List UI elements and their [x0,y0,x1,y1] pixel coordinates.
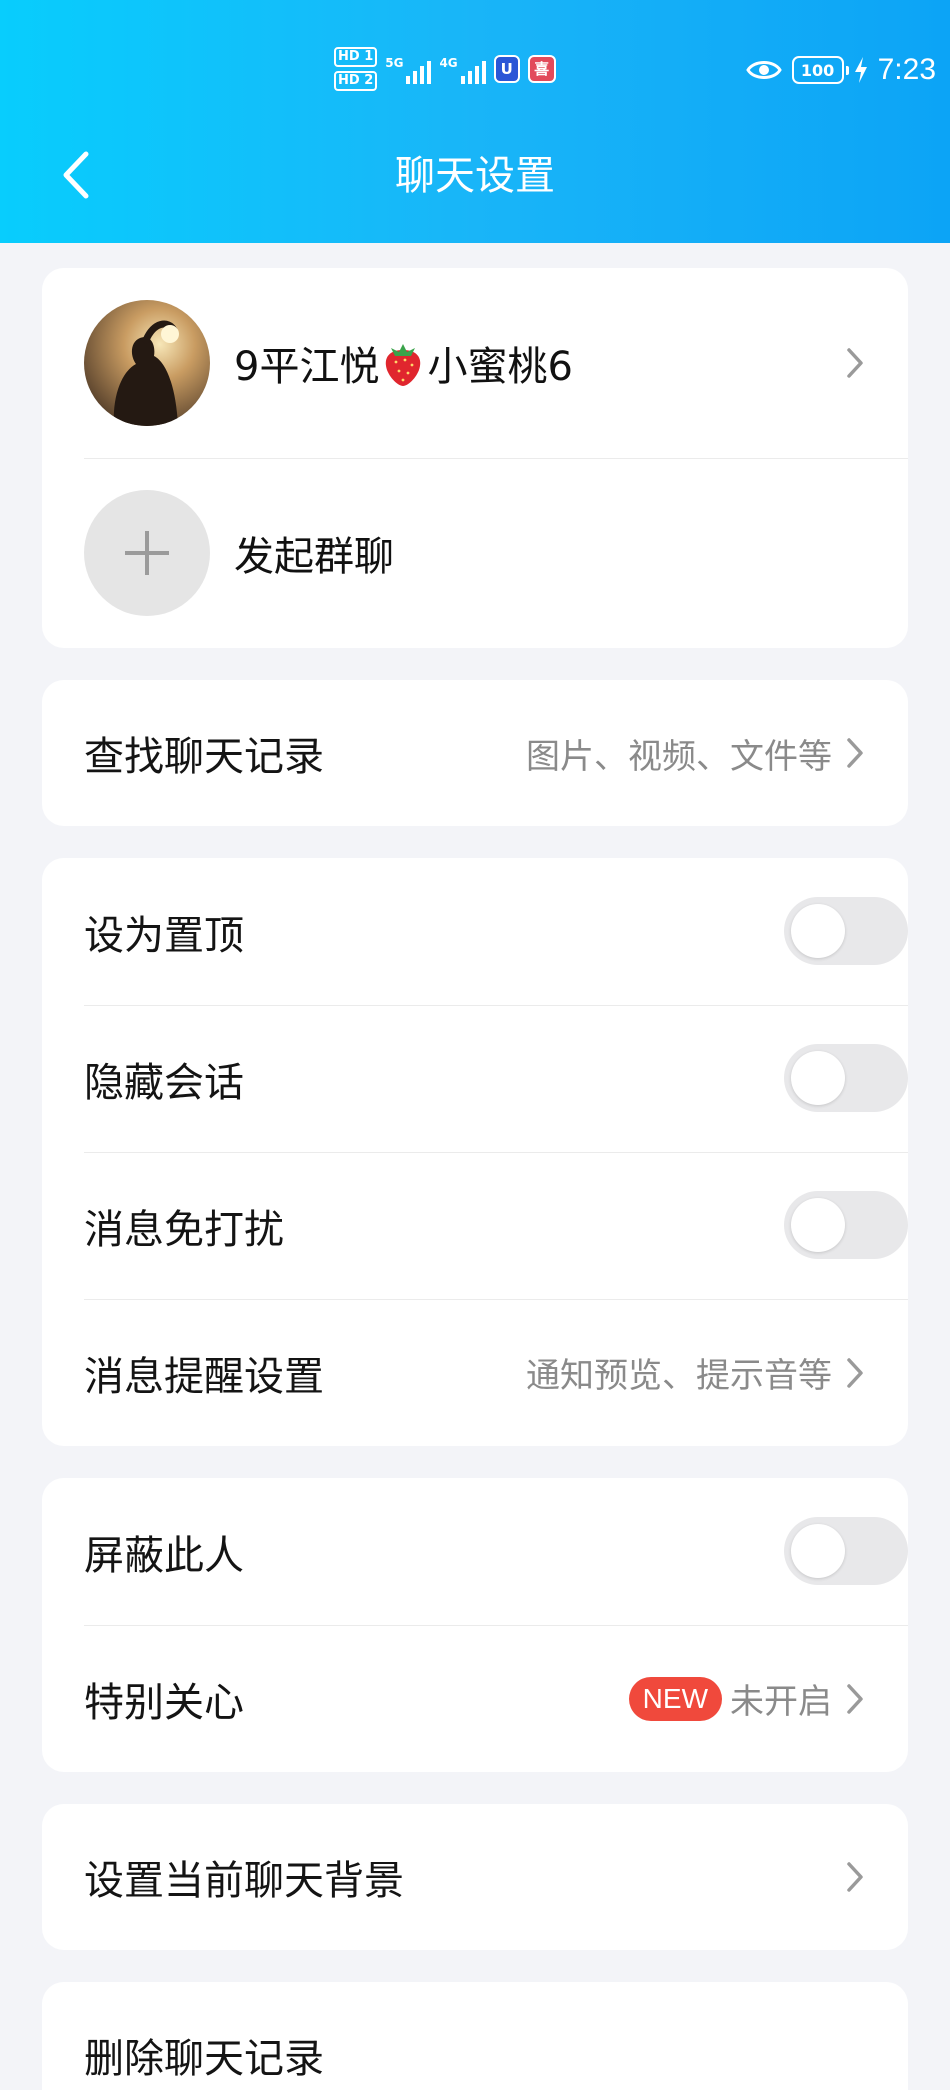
chat-background-label: 设置当前聊天背景 [84,1858,404,1904]
strawberry-emoji-icon [386,344,421,386]
chevron-right-icon [847,1862,863,1892]
chevron-right-icon [847,738,863,768]
chat-background-right [844,1804,866,1950]
notification-settings-right: 通知预览、提示音等 [526,1299,866,1446]
notification-settings-row[interactable]: 消息提醒设置 通知预览、提示音等 [84,1299,866,1446]
hd1-badge: HD 1 [334,47,378,67]
eye-icon [745,61,782,79]
page-title: 聊天设置 [395,153,555,199]
notification-settings-label: 消息提醒设置 [84,1353,324,1400]
status-icons-right: 100 7:23 [745,48,936,92]
add-member-button[interactable] [84,490,210,616]
do-not-disturb-row[interactable]: 消息免打扰 [84,1152,908,1299]
battery-icon: 100 [791,56,849,84]
start-group-chat-label: 发起群聊 [234,534,394,580]
start-group-chat-row[interactable]: 发起群聊 [84,490,866,616]
app-notification-icon: U [493,55,520,83]
signal-bars-icon [406,58,432,84]
hide-chat-toggle[interactable] [784,1044,908,1112]
toggle-knob [791,1051,845,1105]
chevron-right-icon [847,1683,863,1714]
chat-background-row[interactable]: 设置当前聊天背景 [84,1804,866,1950]
special-care-status: 未开启 [730,1682,832,1722]
pin-chat-toggle[interactable] [784,897,908,965]
delete-history-label: 删除聊天记录 [84,2036,324,2082]
avatar[interactable] [84,300,210,426]
search-history-right: 图片、视频、文件等 [526,680,866,826]
contact-row[interactable]: 9平江悦 小蜜桃6 [84,300,866,426]
search-history-hint: 图片、视频、文件等 [526,736,832,777]
do-not-disturb-toggle[interactable] [784,1191,908,1259]
divider [84,458,908,459]
special-care-right: NEW 未开启 [628,1625,866,1772]
app-notification-icon: 喜 [527,55,556,83]
signal-5g: 5G [385,54,432,84]
contact-name-suffix: 小蜜桃6 [427,344,573,390]
search-history-label: 查找聊天记录 [84,734,324,780]
contact-name: 9平江悦 小蜜桃6 [234,334,573,392]
status-icons-left: HD 1 HD 2 5G 4G U 喜 [334,44,556,94]
chat-settings-card: 设为置顶 隐藏会话 消息免打扰 消息提醒设置 通知预览、提示音等 [42,858,908,1446]
header-bar: HD 1 HD 2 5G 4G U 喜 100 7:23 聊天设置 [0,0,950,243]
contact-card: 9平江悦 小蜜桃6 发起群聊 [42,268,908,648]
delete-history-row[interactable]: 删除聊天记录 [84,1982,866,2090]
privacy-card: 屏蔽此人 特别关心 NEW 未开启 [42,1478,908,1772]
net-label-5g: 5G [385,56,404,70]
do-not-disturb-label: 消息免打扰 [84,1206,284,1253]
pin-chat-row[interactable]: 设为置顶 [84,858,908,1005]
hd2-badge: HD 2 [334,71,378,91]
toggle-knob [791,904,845,958]
toggle-knob [791,1198,845,1252]
net-label-4g: 4G [439,56,458,70]
plus-icon [125,531,169,575]
contact-row-right [844,300,866,426]
signal-bars-icon [460,58,486,84]
status-bar: HD 1 HD 2 5G 4G U 喜 100 7:23 [0,0,950,140]
chevron-right-icon [847,348,863,378]
special-care-label: 特别关心 [84,1679,244,1726]
toggle-knob [791,1524,845,1578]
contact-name-prefix: 9平江悦 [234,344,380,390]
charging-icon [854,57,867,83]
notification-settings-hint: 通知预览、提示音等 [526,1356,832,1396]
search-history-row[interactable]: 查找聊天记录 图片、视频、文件等 [84,680,866,826]
delete-history-card: 删除聊天记录 [42,1982,908,2090]
new-badge: NEW [628,1676,722,1721]
pin-chat-label: 设为置顶 [84,912,244,959]
hide-chat-row[interactable]: 隐藏会话 [84,1005,908,1152]
block-user-label: 屏蔽此人 [84,1532,244,1579]
block-user-toggle[interactable] [784,1517,908,1585]
special-care-row[interactable]: 特别关心 NEW 未开启 [84,1625,866,1772]
hd-indicators: HD 1 HD 2 [334,47,378,91]
clock: 7:23 [877,53,936,86]
chat-background-card: 设置当前聊天背景 [42,1804,908,1950]
search-history-card: 查找聊天记录 图片、视频、文件等 [42,680,908,826]
block-user-row[interactable]: 屏蔽此人 [84,1478,908,1625]
chevron-right-icon [847,1357,863,1388]
hide-chat-label: 隐藏会话 [84,1059,244,1106]
signal-4g: 4G [439,54,486,84]
